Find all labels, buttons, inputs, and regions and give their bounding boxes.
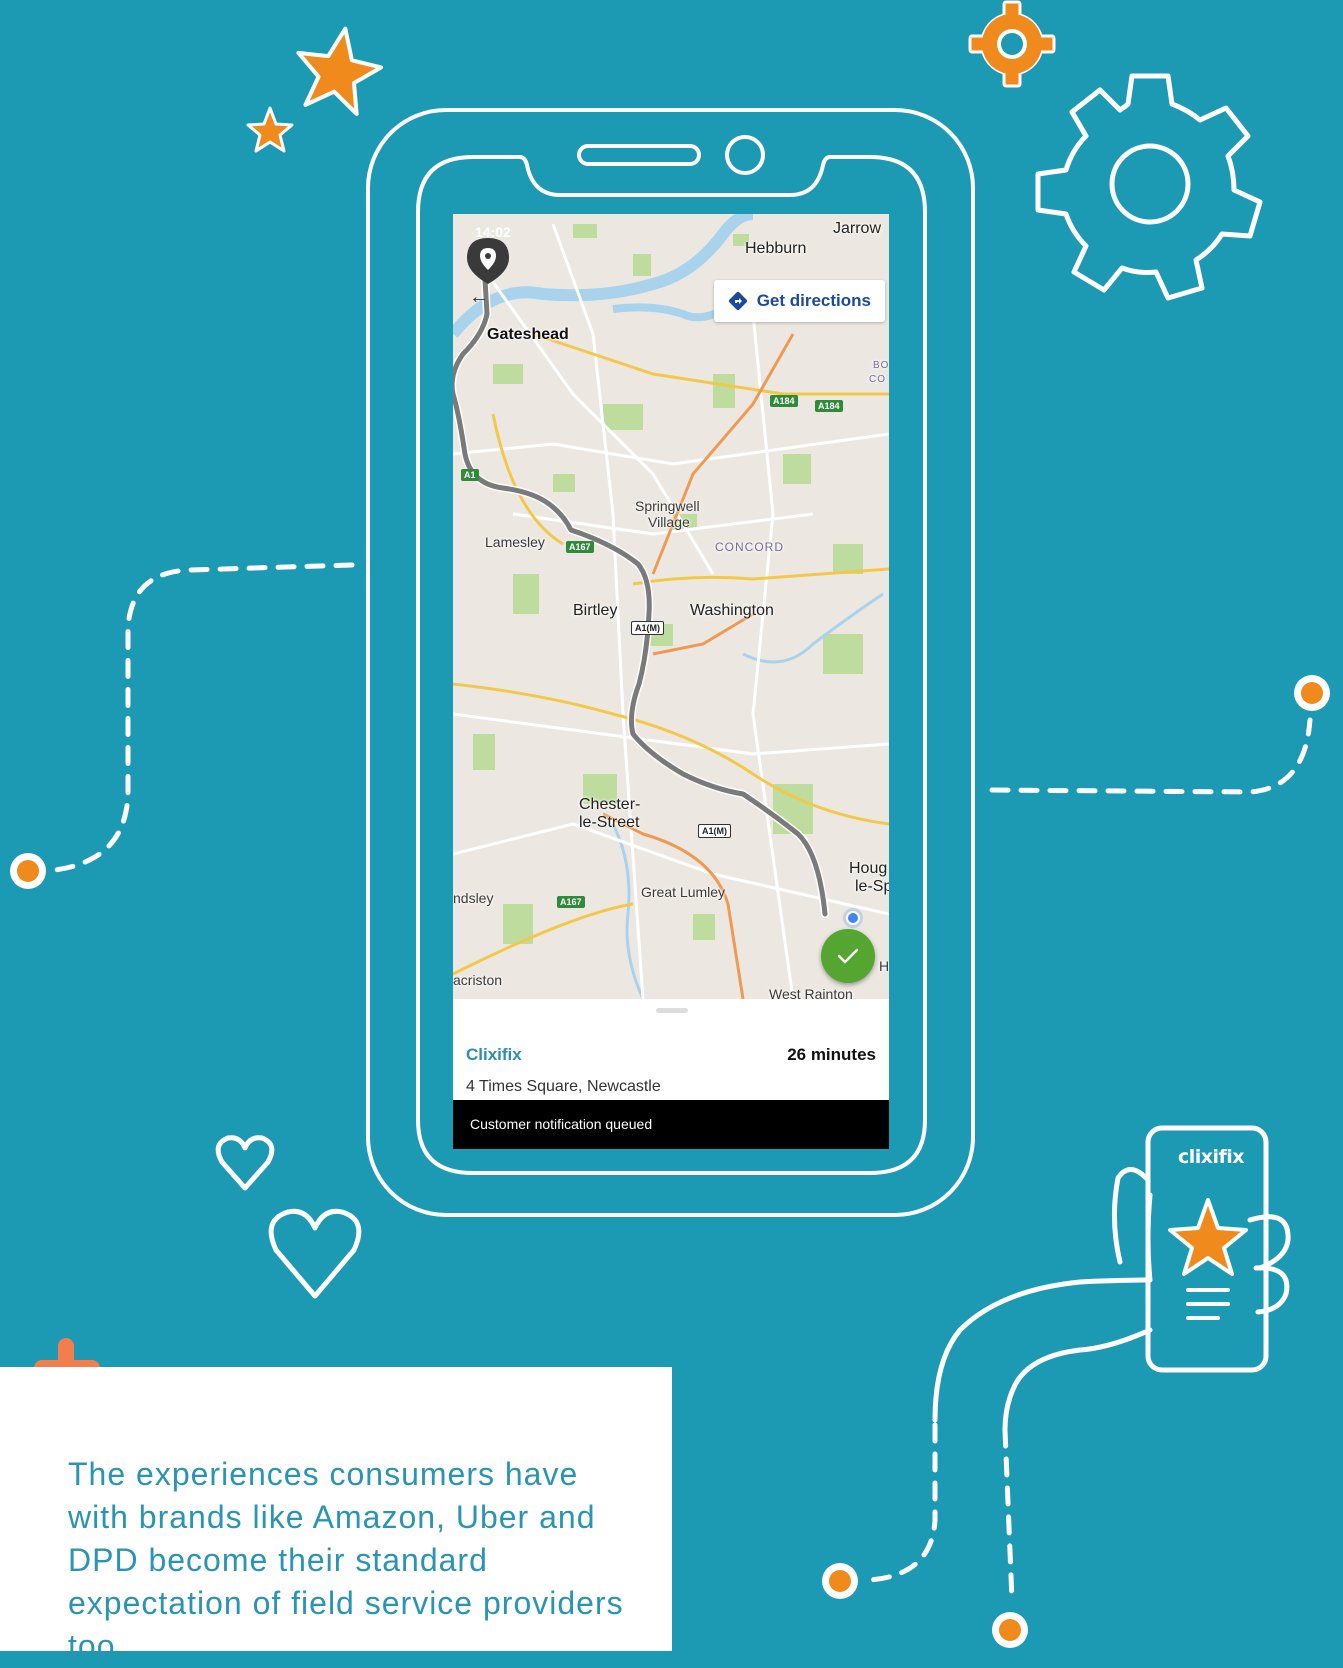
map-label-springwell: Springwell (635, 498, 700, 514)
map-label-village: Village (648, 514, 690, 530)
map-label-birtley: Birtley (573, 602, 618, 619)
job-address: 4 Times Square, Newcastle (466, 1078, 661, 1095)
map-label-chester-1: Chester- (579, 796, 641, 813)
map-label-bo: BO (873, 360, 889, 371)
map-label-washington: Washington (690, 602, 774, 619)
map-label-jarrow: Jarrow (833, 220, 882, 237)
map-label-lamesley: Lamesley (485, 534, 545, 550)
quote-card: The experiences consumers have with bran… (0, 1367, 672, 1664)
map-label-concord: CONCORD (715, 540, 784, 554)
get-directions-label: Get directions (756, 291, 871, 310)
bottom-dashed-routes (822, 1422, 1028, 1648)
map-pin-icon (467, 238, 509, 284)
map-label-acriston: acriston (453, 972, 503, 988)
map-label-h: H (879, 958, 889, 974)
hand-phone-logo: clixifix (1177, 1146, 1245, 1168)
company-name: Clixifix (466, 1045, 522, 1064)
map-label-chester-2: le-Street (579, 814, 640, 831)
large-gear-icon (1035, 73, 1263, 301)
map-label-hebburn: Hebburn (745, 240, 807, 257)
map-label-gateshead: Gateshead (487, 326, 569, 343)
small-gear-icon (968, 0, 1056, 88)
route-map[interactable]: Jarrow Hebburn Gateshead Springwell Vill… (453, 214, 889, 1002)
map-label-houghton-1: Houg (849, 860, 888, 877)
toast-message: Customer notification queued (470, 1116, 653, 1132)
map-label-houghton-2: le-Sp (855, 878, 889, 895)
road-tag-a1: A1 (461, 469, 479, 481)
eta-label: 26 minutes (787, 1045, 876, 1064)
phone-screen: Jarrow Hebburn Gateshead Springwell Vill… (453, 214, 889, 1149)
complete-check-button[interactable] (821, 929, 875, 983)
get-directions-button[interactable]: Get directions (713, 280, 885, 322)
hand-holding-phone-illustration (932, 1125, 1291, 1433)
road-tag-a1m: A1(M) (631, 621, 664, 635)
right-dashed-route (989, 675, 1330, 795)
back-arrow-icon[interactable]: ← (469, 286, 489, 309)
heart-icon (215, 1135, 362, 1299)
road-tag-a184-2: A184 (815, 400, 843, 412)
map-label-co: CO (869, 374, 886, 385)
check-icon (837, 948, 859, 964)
map-label-ndsley: ndsley (453, 890, 494, 906)
road-tag-a167-2: A167 (557, 896, 585, 908)
road-tag-a1m-2: A1(M) (698, 824, 731, 838)
directions-diamond-icon (728, 291, 747, 311)
notification-toast: Customer notification queued (453, 1100, 889, 1149)
quote-text: The experiences consumers have with bran… (68, 1456, 624, 1664)
left-dashed-route (10, 562, 355, 889)
road-tag-a184: A184 (770, 395, 798, 407)
star-icon (246, 26, 384, 153)
road-tag-a167: A167 (566, 541, 594, 553)
sheet-drag-handle[interactable] (656, 1008, 688, 1013)
map-label-great-lumley: Great Lumley (641, 884, 726, 900)
